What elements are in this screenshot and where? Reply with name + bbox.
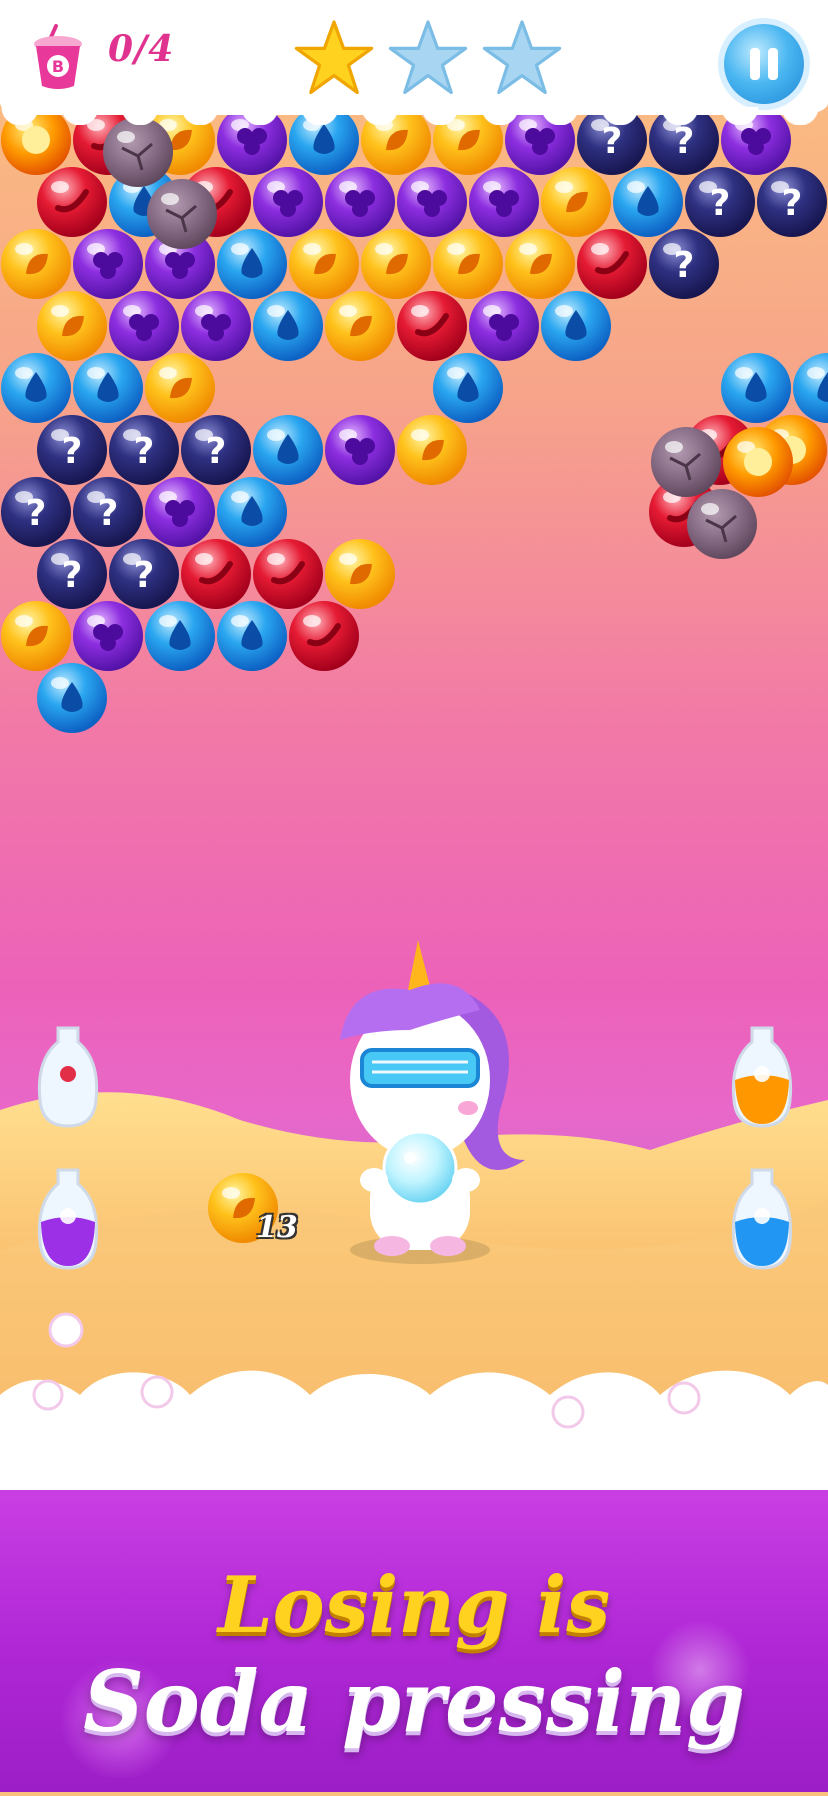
game-board[interactable]: ???????????? B 0/4 13 Losing is Soda pre… xyxy=(0,0,828,1792)
blue-bubble xyxy=(613,167,683,237)
purple-bubble xyxy=(469,291,539,361)
orange-bubble xyxy=(145,353,215,423)
mystery-bubble: ? xyxy=(109,415,179,485)
purple-bubble xyxy=(109,291,179,361)
svg-text:?: ? xyxy=(782,183,803,224)
rock-bubble xyxy=(651,427,721,497)
blue-bubble xyxy=(217,601,287,671)
blue-bubble xyxy=(1,353,71,423)
blue-bubble xyxy=(37,663,107,733)
red-bubble xyxy=(181,539,251,609)
water-drop-icon xyxy=(754,1208,770,1224)
purple-bubble xyxy=(469,167,539,237)
orange-bubble xyxy=(361,229,431,299)
orange-bubble xyxy=(325,539,395,609)
cloud-band xyxy=(0,1370,828,1500)
mystery-bubble: ? xyxy=(685,167,755,237)
red-bubble xyxy=(577,229,647,299)
svg-text:?: ? xyxy=(26,493,47,534)
svg-text:?: ? xyxy=(98,493,119,534)
goal-counter: 0/4 xyxy=(108,28,175,70)
blue-bubble xyxy=(433,353,503,423)
mystery-bubble: ? xyxy=(109,539,179,609)
blue-bubble xyxy=(541,291,611,361)
lemon-icon xyxy=(754,1066,770,1082)
drink-letter: B xyxy=(52,57,64,76)
blue-bubble xyxy=(73,353,143,423)
mystery-bubble: ? xyxy=(37,415,107,485)
fire-bubble xyxy=(723,427,793,497)
purple-bubble xyxy=(73,229,143,299)
purple-bubble xyxy=(73,601,143,671)
mystery-bubble: ? xyxy=(757,167,827,237)
blue-bubble xyxy=(217,229,287,299)
rock-bubble xyxy=(687,489,757,559)
orange-bubble xyxy=(1,601,71,671)
purple-bubble xyxy=(325,167,395,237)
mystery-bubble: ? xyxy=(37,539,107,609)
svg-text:?: ? xyxy=(134,431,155,472)
orange-bubble xyxy=(37,291,107,361)
svg-text:?: ? xyxy=(134,555,155,596)
star-empty-icon xyxy=(482,20,562,94)
svg-text:?: ? xyxy=(710,183,731,224)
mystery-bubble: ? xyxy=(1,477,71,547)
star-rating xyxy=(294,18,564,98)
blue-bubble xyxy=(217,477,287,547)
svg-text:?: ? xyxy=(62,431,83,472)
red-bubble xyxy=(37,167,107,237)
orange-bubble xyxy=(541,167,611,237)
purple-bubble xyxy=(145,477,215,547)
star-filled-icon xyxy=(294,20,374,94)
purple-bubble xyxy=(253,167,323,237)
rock-bubble xyxy=(103,117,173,187)
orange-bubble xyxy=(1,229,71,299)
orange-bubble xyxy=(433,229,503,299)
soda-cup-icon: B xyxy=(34,24,82,89)
red-bubble xyxy=(253,539,323,609)
pause-button[interactable] xyxy=(724,24,804,104)
svg-text:?: ? xyxy=(62,555,83,596)
mystery-bubble: ? xyxy=(73,477,143,547)
bottle-lemon[interactable] xyxy=(731,1026,793,1128)
red-bubble xyxy=(397,291,467,361)
promo-line-1: Losing is xyxy=(217,1560,611,1651)
blue-bubble xyxy=(253,291,323,361)
purple-bubble xyxy=(325,415,395,485)
blue-bubble xyxy=(721,353,791,423)
shots-remaining: 13 xyxy=(256,1210,298,1245)
mystery-bubble: ? xyxy=(649,229,719,299)
chili-icon xyxy=(60,1066,76,1082)
grape-icon xyxy=(60,1208,76,1224)
orange-bubble xyxy=(325,291,395,361)
bottle-chili[interactable] xyxy=(37,1026,99,1128)
purple-bubble xyxy=(181,291,251,361)
svg-text:?: ? xyxy=(602,121,623,162)
orange-bubble xyxy=(289,229,359,299)
orange-bubble xyxy=(505,229,575,299)
orange-bubble xyxy=(397,415,467,485)
purple-bubble xyxy=(397,167,467,237)
promo-line-2: Soda pressing xyxy=(83,1652,745,1751)
hud-bar: B 0/4 xyxy=(0,0,828,125)
rock-bubble xyxy=(147,179,217,249)
star-empty-icon xyxy=(388,20,468,94)
svg-text:?: ? xyxy=(674,121,695,162)
svg-text:?: ? xyxy=(206,431,227,472)
blue-bubble xyxy=(145,601,215,671)
svg-text:?: ? xyxy=(674,245,695,286)
blue-bubble xyxy=(793,353,828,423)
red-bubble xyxy=(289,601,359,671)
mystery-bubble: ? xyxy=(181,415,251,485)
blue-bubble xyxy=(253,415,323,485)
